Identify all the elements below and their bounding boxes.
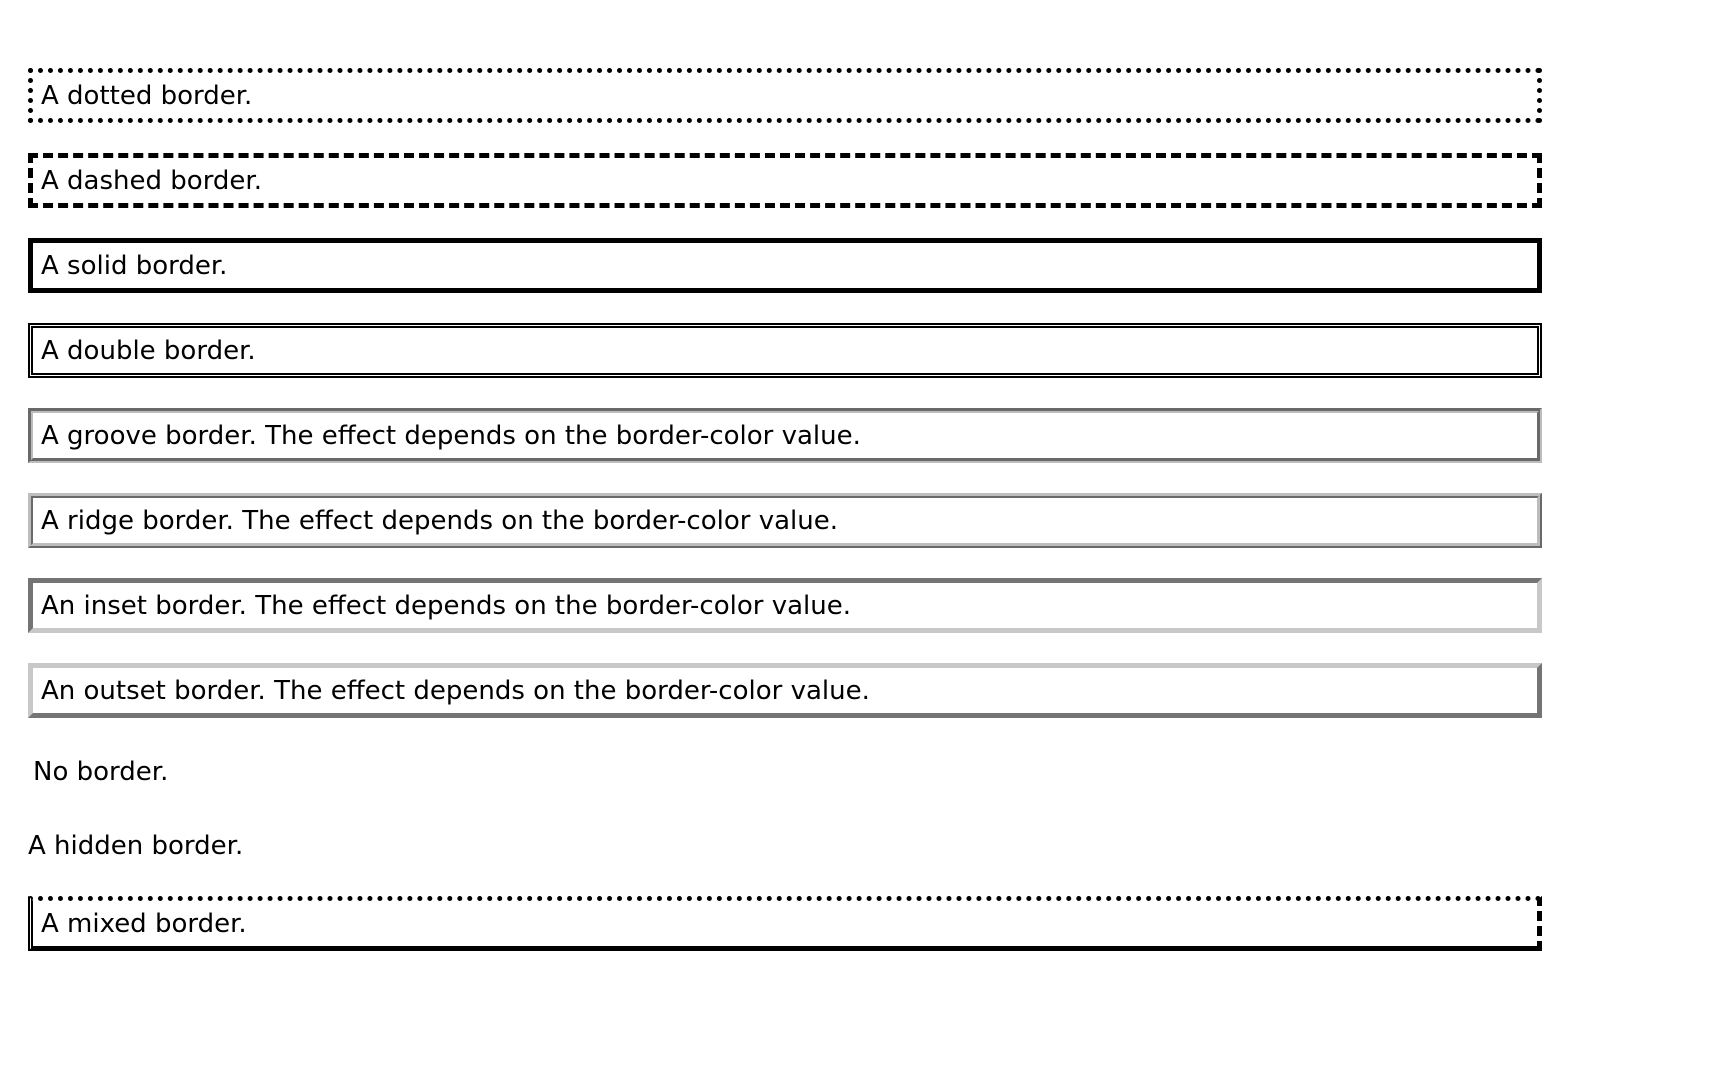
mixed-border-box: A mixed border. [28,896,1542,951]
ridge-border-box: A ridge border. The effect depends on th… [28,493,1542,548]
hidden-border-box: A hidden border. [28,830,244,861]
groove-border-box: A groove border. The effect depends on t… [28,408,1542,463]
double-border-box: A double border. [28,323,1542,378]
dashed-border-box: A dashed border. [28,153,1542,208]
inset-border-box: An inset border. The effect depends on t… [28,578,1542,633]
solid-border-box: A solid border. [28,238,1542,293]
no-border-box: No border. [33,756,169,787]
dotted-border-box: A dotted border. [28,68,1542,123]
outset-border-box: An outset border. The effect depends on … [28,663,1542,718]
